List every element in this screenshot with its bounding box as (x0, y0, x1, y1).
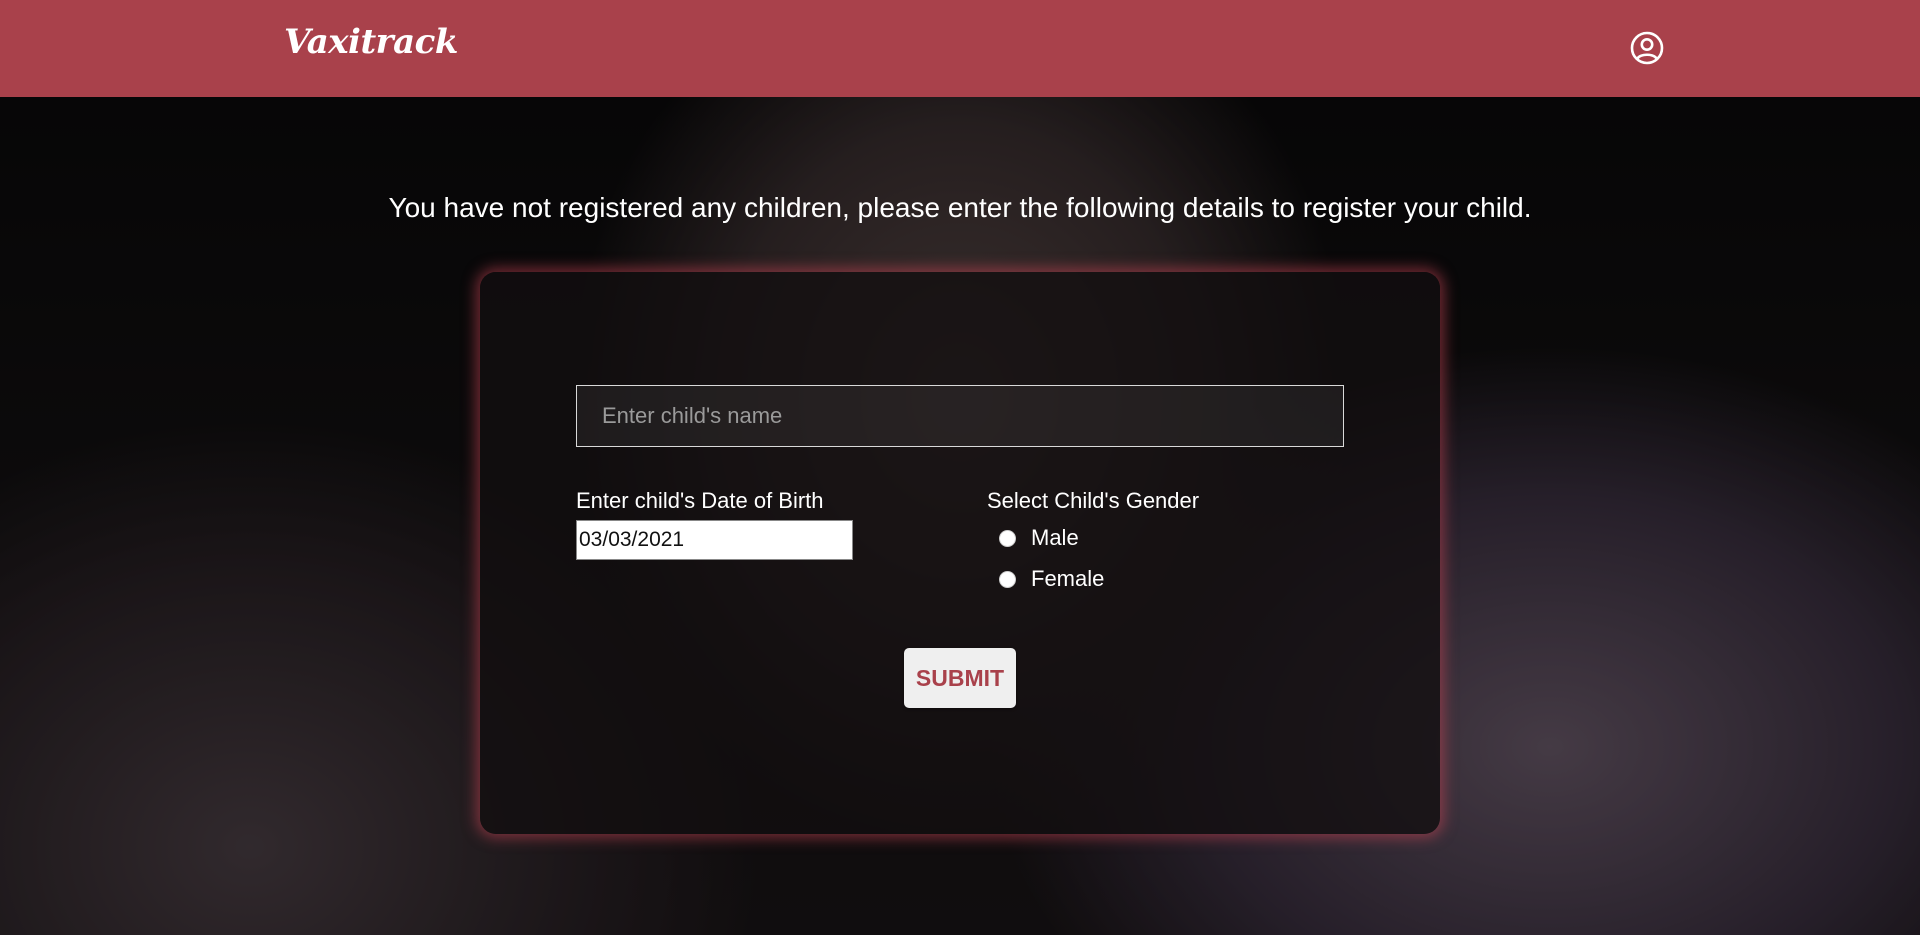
dob-label: Enter child's Date of Birth (576, 488, 824, 513)
top-navbar: Vaxitrack (0, 0, 1920, 97)
female-radio[interactable] (999, 570, 1016, 588)
male-label: Male (1031, 525, 1079, 550)
male-radio[interactable] (999, 529, 1016, 547)
register-child-form: Enter child's Date of Birth Select Child… (480, 272, 1440, 834)
dob-input[interactable] (576, 520, 853, 560)
user-circle-icon (1630, 31, 1664, 65)
female-label: Female (1031, 566, 1105, 591)
page: Vaxitrack You have not registered any ch… (0, 0, 1920, 935)
gender-option-male[interactable]: Male (999, 525, 1079, 551)
child-name-input[interactable] (576, 385, 1344, 447)
brand-logo[interactable]: Vaxitrack (284, 22, 458, 62)
gender-label: Select Child's Gender (987, 488, 1200, 513)
submit-button[interactable]: SUBMIT (904, 648, 1016, 708)
profile-button[interactable] (1630, 31, 1664, 65)
gender-option-female[interactable]: Female (999, 566, 1104, 592)
intro-message: You have not registered any children, pl… (388, 192, 1532, 223)
